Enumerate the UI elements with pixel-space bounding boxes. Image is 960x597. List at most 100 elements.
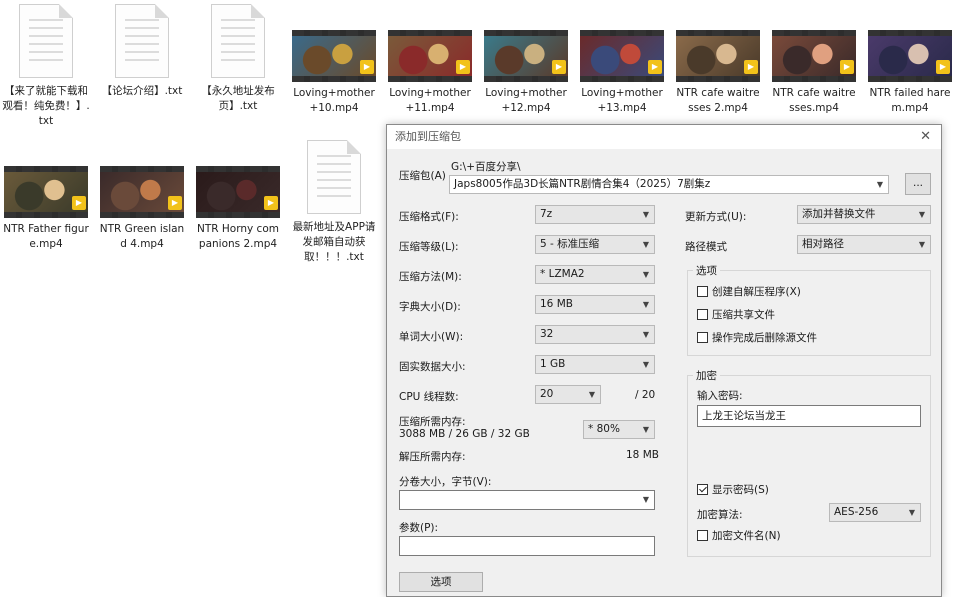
video-file-item[interactable]: ▶ NTR cafe waitresses.mp4 [768, 30, 860, 116]
text-file-item[interactable]: 【论坛介绍】.txt [96, 4, 188, 99]
video-thumbnail-icon: ▶ [580, 30, 664, 82]
video-file-item[interactable]: ▶ NTR Horny companions 2.mp4 [192, 166, 284, 252]
checkbox-box[interactable] [697, 484, 708, 495]
volume-size-combo[interactable]: ▼ [399, 490, 655, 510]
archive-name-combo[interactable]: Japs8005作品3D长篇NTR剧情合集4（2025）7剧集z ▼ [449, 175, 889, 194]
level-label: 压缩等级(L): [399, 241, 459, 253]
file-name-label: Loving+mother+10.mp4 [293, 87, 375, 114]
create-sfx-checkbox[interactable]: 创建自解压程序(X) [697, 286, 801, 299]
memory-usage-value: * 80% [588, 423, 620, 435]
text-file-item[interactable]: 【永久地址发布页】.txt [192, 4, 284, 114]
show-password-checkbox[interactable]: 显示密码(S) [697, 484, 769, 497]
compress-shared-checkbox[interactable]: 压缩共享文件 [697, 309, 775, 322]
format-label: 压缩格式(F): [399, 211, 459, 223]
video-file-item[interactable]: ▶ NTR Green island 4.mp4 [96, 166, 188, 252]
checkbox-box[interactable] [697, 332, 708, 343]
file-name-label: NTR Father figure.mp4 [3, 223, 89, 250]
text-file-item[interactable]: 【来了就能下载和观看！纯免费！】.txt [0, 4, 92, 129]
delete-after-checkbox[interactable]: 操作完成后删除源文件 [697, 332, 817, 345]
player-badge-icon: ▶ [744, 60, 758, 74]
video-thumbnail-icon: ▶ [772, 30, 856, 82]
file-name-label: NTR Horny companions 2.mp4 [197, 223, 279, 250]
encrypt-filenames-label: 加密文件名(N) [712, 530, 781, 542]
chevron-down-icon: ▼ [918, 210, 926, 219]
file-name-label: 【论坛介绍】.txt [101, 85, 183, 97]
update-mode-select[interactable]: 添加并替换文件 ▼ [797, 205, 931, 224]
video-thumbnail-icon: ▶ [388, 30, 472, 82]
video-thumbnail-icon: ▶ [868, 30, 952, 82]
chevron-down-icon: ▼ [642, 425, 650, 434]
chevron-down-icon: ▼ [642, 270, 650, 279]
file-name-label: Loving+mother+13.mp4 [581, 87, 663, 114]
archive-label: 压缩包(A) [399, 170, 446, 182]
video-file-item[interactable]: ▶ Loving+mother+10.mp4 [288, 30, 380, 116]
file-name-label: 【来了就能下载和观看！纯免费！】.txt [2, 85, 90, 127]
chevron-down-icon: ▼ [642, 240, 650, 249]
update-mode-value: 添加并替换文件 [802, 208, 876, 220]
format-value: 7z [540, 208, 553, 220]
solid-size-label: 固实数据大小: [399, 361, 466, 373]
chevron-down-icon: ▼ [588, 390, 596, 399]
text-file-icon [19, 4, 73, 78]
password-input[interactable]: 上龙王论坛当龙王 [697, 405, 921, 427]
video-file-item[interactable]: ▶ NTR failed harem.mp4 [864, 30, 956, 116]
encrypt-filenames-checkbox[interactable]: 加密文件名(N) [697, 530, 781, 543]
text-file-icon [115, 4, 169, 78]
checkbox-box[interactable] [697, 530, 708, 541]
chevron-down-icon[interactable]: ▼ [872, 176, 888, 193]
chevron-down-icon: ▼ [642, 300, 650, 309]
memory-label: 压缩所需内存: [399, 416, 466, 428]
create-sfx-label: 创建自解压程序(X) [712, 286, 801, 298]
close-icon[interactable]: ✕ [920, 125, 931, 149]
method-select[interactable]: * LZMA2 ▼ [535, 265, 655, 284]
file-name-label: Loving+mother+12.mp4 [485, 87, 567, 114]
format-select[interactable]: 7z ▼ [535, 205, 655, 224]
video-file-item[interactable]: ▶ Loving+mother+13.mp4 [576, 30, 668, 116]
video-file-item[interactable]: ▶ Loving+mother+12.mp4 [480, 30, 572, 116]
dictionary-select[interactable]: 16 MB ▼ [535, 295, 655, 314]
text-file-icon [211, 4, 265, 78]
chevron-down-icon: ▼ [918, 240, 926, 249]
volume-size-label: 分卷大小，字节(V): [399, 476, 492, 488]
browse-button[interactable]: ... [905, 173, 931, 195]
text-file-item[interactable]: 最新地址及APP请发邮箱自动获取！！！.txt [288, 140, 380, 265]
player-badge-icon: ▶ [72, 196, 86, 210]
video-file-item[interactable]: ▶ Loving+mother+11.mp4 [384, 30, 476, 116]
path-mode-select[interactable]: 相对路径 ▼ [797, 235, 931, 254]
word-size-value: 32 [540, 328, 554, 340]
video-thumbnail-icon: ▶ [100, 166, 184, 218]
show-password-label: 显示密码(S) [712, 484, 769, 496]
checkbox-box[interactable] [697, 309, 708, 320]
video-file-item[interactable]: ▶ NTR cafe waitresses 2.mp4 [672, 30, 764, 116]
cpu-threads-select[interactable]: 20 ▼ [535, 385, 601, 404]
decompress-memory-label: 解压所需内存: [399, 451, 466, 463]
checkbox-box[interactable] [697, 286, 708, 297]
encryption-method-select[interactable]: AES-256 ▼ [829, 503, 921, 522]
add-to-archive-dialog: 添加到压缩包 ✕ 压缩包(A) G:\+百度分享\ Japs8005作品3D长篇… [386, 124, 942, 597]
delete-after-label: 操作完成后删除源文件 [712, 332, 817, 344]
memory-detail: 3088 MB / 26 GB / 32 GB [399, 428, 530, 440]
text-file-icon [307, 140, 361, 214]
update-mode-label: 更新方式(U): [685, 211, 747, 223]
word-size-select[interactable]: 32 ▼ [535, 325, 655, 344]
method-label: 压缩方法(M): [399, 271, 462, 283]
parameters-label: 参数(P): [399, 522, 439, 534]
level-select[interactable]: 5 - 标准压缩 ▼ [535, 235, 655, 254]
chevron-down-icon: ▼ [642, 330, 650, 339]
player-badge-icon: ▶ [264, 196, 278, 210]
chevron-down-icon: ▼ [642, 210, 650, 219]
memory-usage-select[interactable]: * 80% ▼ [583, 420, 655, 439]
player-badge-icon: ▶ [936, 60, 950, 74]
parameters-input[interactable] [399, 536, 655, 556]
word-size-label: 单词大小(W): [399, 331, 464, 343]
encryption-method-value: AES-256 [834, 506, 879, 518]
file-name-label: NTR cafe waitresses 2.mp4 [676, 87, 760, 114]
dialog-title: 添加到压缩包 [395, 130, 461, 143]
solid-size-select[interactable]: 1 GB ▼ [535, 355, 655, 374]
dictionary-label: 字典大小(D): [399, 301, 461, 313]
options-button[interactable]: 选项 [399, 572, 483, 592]
compress-shared-label: 压缩共享文件 [712, 309, 775, 321]
video-file-item[interactable]: ▶ NTR Father figure.mp4 [0, 166, 92, 252]
chevron-down-icon: ▼ [642, 360, 650, 369]
archive-directory: G:\+百度分享\ [451, 161, 521, 173]
